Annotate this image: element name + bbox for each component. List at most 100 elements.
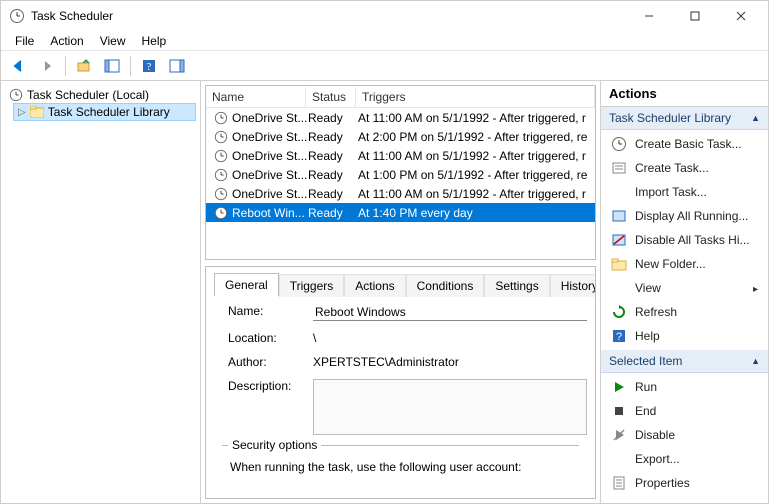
actions-section-selected[interactable]: Selected Item ▲ xyxy=(601,350,768,373)
action-label: New Folder... xyxy=(635,257,706,271)
action-icon xyxy=(611,451,627,467)
action-icon xyxy=(611,232,627,248)
forward-button[interactable] xyxy=(35,54,59,78)
help-toolbar-button[interactable]: ? xyxy=(137,54,161,78)
actions-list-library: Create Basic Task... Create Task... Import… xyxy=(601,130,768,350)
action-item[interactable]: Disable All Tasks Hi... xyxy=(601,228,768,252)
task-row[interactable]: Reboot Win...ReadyAt 1:40 PM every day xyxy=(206,203,595,222)
action-item[interactable]: Import Task... xyxy=(601,180,768,204)
app-clock-icon xyxy=(9,8,25,24)
maximize-button[interactable] xyxy=(672,1,718,31)
back-button[interactable] xyxy=(7,54,31,78)
main-area: Task Scheduler (Local) ▷ Task Scheduler … xyxy=(1,81,768,503)
action-icon xyxy=(611,160,627,176)
action-icon xyxy=(611,475,627,491)
task-trigger: At 11:00 AM on 5/1/1992 - After triggere… xyxy=(358,149,595,163)
menu-view[interactable]: View xyxy=(92,32,134,50)
menu-help[interactable]: Help xyxy=(134,32,175,50)
action-item[interactable]: Create Basic Task... xyxy=(601,132,768,156)
svg-text:?: ? xyxy=(147,61,152,73)
actions-list-selected: RunEnd Disable Export... Properties xyxy=(601,373,768,497)
description-label: Description: xyxy=(228,379,313,393)
action-item[interactable]: Disable xyxy=(601,423,768,447)
expand-icon[interactable]: ▷ xyxy=(18,107,26,118)
action-item[interactable]: New Folder... xyxy=(601,252,768,276)
task-row[interactable]: OneDrive St...ReadyAt 1:00 PM on 5/1/199… xyxy=(206,165,595,184)
clock-icon xyxy=(9,88,23,102)
task-status: Ready xyxy=(308,187,358,201)
menu-file[interactable]: File xyxy=(7,32,42,50)
action-label: Properties xyxy=(635,476,690,490)
actions-section-library[interactable]: Task Scheduler Library ▲ xyxy=(601,107,768,130)
up-button[interactable] xyxy=(72,54,96,78)
action-label: Disable xyxy=(635,428,675,442)
tab-triggers[interactable]: Triggers xyxy=(279,274,345,297)
task-trigger: At 11:00 AM on 5/1/1992 - After triggere… xyxy=(358,111,595,125)
task-row[interactable]: OneDrive St...ReadyAt 2:00 PM on 5/1/199… xyxy=(206,127,595,146)
tree-library[interactable]: ▷ Task Scheduler Library xyxy=(13,103,196,121)
task-row[interactable]: OneDrive St...ReadyAt 11:00 AM on 5/1/19… xyxy=(206,108,595,127)
show-hide-action-pane-button[interactable] xyxy=(165,54,189,78)
collapse-icon: ▲ xyxy=(751,356,760,366)
tab-general[interactable]: General xyxy=(214,273,279,296)
task-details-panel: General Triggers Actions Conditions Sett… xyxy=(205,266,596,499)
window-title: Task Scheduler xyxy=(31,9,626,23)
submenu-arrow-icon xyxy=(753,281,758,295)
tasks-body: OneDrive St...ReadyAt 11:00 AM on 5/1/19… xyxy=(206,108,595,222)
action-label: Export... xyxy=(635,452,680,466)
action-item[interactable]: Refresh xyxy=(601,300,768,324)
action-item[interactable]: ?Help xyxy=(601,324,768,348)
task-name: OneDrive St... xyxy=(232,187,307,201)
col-header-status[interactable]: Status xyxy=(306,87,356,107)
action-label: Create Task... xyxy=(635,161,709,175)
task-status: Ready xyxy=(308,168,358,182)
task-status: Ready xyxy=(308,130,358,144)
action-icon xyxy=(611,280,627,296)
collapse-icon: ▲ xyxy=(751,113,760,123)
toolbar-separator xyxy=(65,56,66,76)
tree-pane: Task Scheduler (Local) ▷ Task Scheduler … xyxy=(1,81,201,503)
tasks-list-panel: Name Status Triggers OneDrive St...Ready… xyxy=(205,85,596,260)
col-header-triggers[interactable]: Triggers xyxy=(356,87,595,107)
action-icon xyxy=(611,427,627,443)
task-name-input[interactable] xyxy=(313,304,587,321)
action-item[interactable]: Properties xyxy=(601,471,768,495)
location-value: \ xyxy=(313,331,587,345)
col-header-name[interactable]: Name xyxy=(206,87,306,107)
tree-root-label: Task Scheduler (Local) xyxy=(27,88,149,102)
action-label: Import Task... xyxy=(635,185,707,199)
tab-settings[interactable]: Settings xyxy=(484,274,549,297)
action-icon: ? xyxy=(611,328,627,344)
action-item[interactable]: End xyxy=(601,399,768,423)
titlebar: Task Scheduler xyxy=(1,1,768,31)
tab-actions[interactable]: Actions xyxy=(344,274,405,297)
task-row[interactable]: OneDrive St...ReadyAt 11:00 AM on 5/1/19… xyxy=(206,184,595,203)
show-hide-console-tree-button[interactable] xyxy=(100,54,124,78)
task-status: Ready xyxy=(308,149,358,163)
description-box[interactable] xyxy=(313,379,587,435)
action-label: Create Basic Task... xyxy=(635,137,742,151)
name-label: Name: xyxy=(228,304,313,318)
author-label: Author: xyxy=(228,355,313,369)
action-item[interactable]: View xyxy=(601,276,768,300)
minimize-button[interactable] xyxy=(626,1,672,31)
action-item[interactable]: Create Task... xyxy=(601,156,768,180)
action-label: Display All Running... xyxy=(635,209,748,223)
task-name: OneDrive St... xyxy=(232,111,307,125)
task-name: OneDrive St... xyxy=(232,168,307,182)
close-button[interactable] xyxy=(718,1,764,31)
tab-history[interactable]: History xyxy=(550,274,596,297)
tree-root[interactable]: Task Scheduler (Local) xyxy=(5,87,196,103)
menu-action[interactable]: Action xyxy=(42,32,91,50)
author-value: XPERTSTEC\Administrator xyxy=(313,355,587,369)
action-item[interactable]: Run xyxy=(601,375,768,399)
task-row[interactable]: OneDrive St...ReadyAt 11:00 AM on 5/1/19… xyxy=(206,146,595,165)
actions-pane: Actions Task Scheduler Library ▲ Create … xyxy=(600,81,768,503)
action-item[interactable]: Display All Running... xyxy=(601,204,768,228)
task-name: Reboot Win... xyxy=(232,206,305,220)
toolbar-separator xyxy=(130,56,131,76)
tab-conditions[interactable]: Conditions xyxy=(406,274,485,297)
task-trigger: At 1:00 PM on 5/1/1992 - After triggered… xyxy=(358,168,595,182)
action-item[interactable]: Export... xyxy=(601,447,768,471)
action-icon xyxy=(611,136,627,152)
